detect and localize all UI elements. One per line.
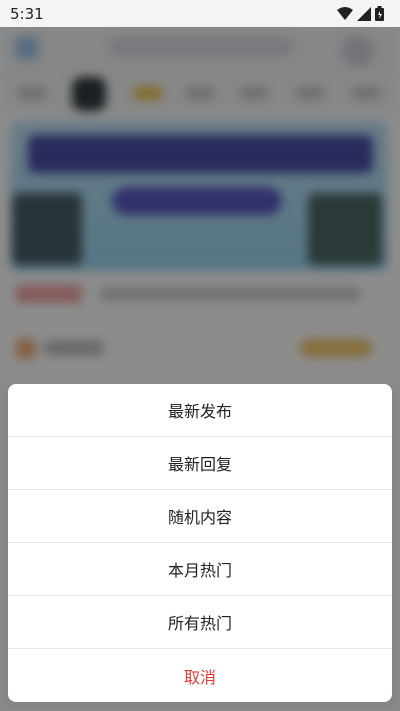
option-monthly-hot[interactable]: 本月热门 bbox=[8, 543, 392, 596]
cancel-button[interactable]: 取消 bbox=[8, 649, 392, 702]
signal-icon bbox=[357, 6, 371, 21]
wifi-icon bbox=[337, 6, 353, 21]
status-bar: 5:31 bbox=[0, 0, 400, 27]
option-latest-replies[interactable]: 最新回复 bbox=[8, 437, 392, 490]
option-random-content[interactable]: 随机内容 bbox=[8, 490, 392, 543]
status-icons bbox=[337, 6, 384, 21]
battery-icon bbox=[375, 6, 384, 21]
option-latest-posts[interactable]: 最新发布 bbox=[8, 384, 392, 437]
sort-action-sheet: 最新发布 最新回复 随机内容 本月热门 所有热门 取消 bbox=[8, 384, 392, 702]
option-all-time-hot[interactable]: 所有热门 bbox=[8, 596, 392, 649]
status-time: 5:31 bbox=[10, 4, 44, 23]
